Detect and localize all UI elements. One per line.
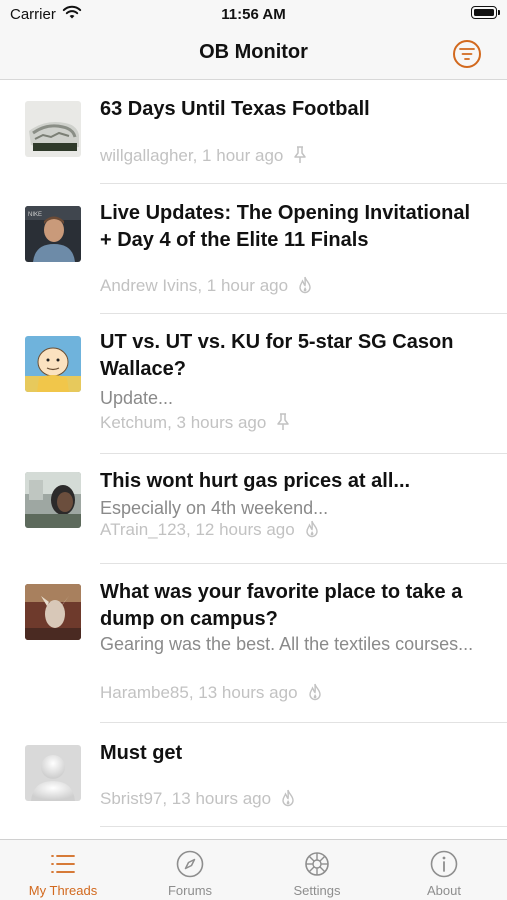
svg-text:NIKE: NIKE [28,212,42,218]
status-bar: Carrier 11:56 AM [0,0,507,30]
tab-settings[interactable]: Settings [254,840,380,900]
thread-author-time: Sbrist97, 13 hours ago [100,789,272,808]
divider [100,826,507,827]
tab-bar: My Threads Forums Settings About [0,839,507,900]
thread-title: Live Updates: The Opening Invitational +… [100,202,471,251]
tab-about[interactable]: About [381,840,507,900]
thread-author-time: Harambe85, 13 hours ago [100,683,298,702]
tab-my-threads[interactable]: My Threads [0,840,126,900]
tab-forums[interactable]: Forums [127,840,253,900]
flame-icon [305,520,318,538]
thread-row[interactable]: 63 Days Until Texas Football willgallagh… [0,81,507,184]
thread-avatar [25,472,81,528]
thread-avatar: NIKE [25,206,81,262]
thread-preview: Update... [100,388,174,408]
thread-meta: Harambe85, 13 hours ago [100,683,322,703]
thread-author-time: willgallagher, 1 hour ago [100,146,284,165]
filter-button[interactable] [453,40,481,68]
page-title: OB Monitor [199,41,308,63]
battery-icon [471,6,500,19]
thread-title: What was your favorite place to take a d… [100,581,463,630]
compass-icon [176,850,204,878]
thread-avatar [25,101,81,157]
clock-label: 11:56 AM [221,6,286,23]
thread-title: UT vs. UT vs. KU for 5-star SG Cason Wal… [100,331,454,380]
thread-title: 63 Days Until Texas Football [100,98,370,120]
thread-preview: Especially on 4th weekend... [100,498,329,518]
thread-avatar [25,584,81,640]
pin-icon [277,413,290,430]
thread-row[interactable]: Must get Sbrist97, 13 hours ago [0,723,507,827]
flame-icon [299,276,311,294]
thread-meta: willgallagher, 1 hour ago [100,146,307,166]
thread-row[interactable]: This wont hurt gas prices at all... Espe… [0,454,507,564]
thread-avatar [25,336,81,392]
filter-list-icon [459,48,475,60]
thread-meta: Ketchum, 3 hours ago [100,413,290,433]
thread-author-time: Andrew Ivins, 1 hour ago [100,276,289,295]
list-icon [51,855,75,873]
navigation-bar: OB Monitor [0,30,507,80]
tab-label: Settings [293,883,341,898]
thread-title: Must get [100,742,183,764]
thread-author-time: ATrain_123, 12 hours ago [100,520,295,539]
thread-row[interactable]: NIKE Live Updates: The Opening Invitatio… [0,184,507,314]
gear-icon [305,852,329,876]
tab-label: My Threads [28,883,98,898]
thread-meta: Sbrist97, 13 hours ago [100,789,295,809]
thread-avatar [25,745,81,801]
thread-meta: Andrew Ivins, 1 hour ago [100,276,312,296]
flame-icon [308,683,321,701]
pin-icon [294,146,307,163]
thread-title: This wont hurt gas prices at all... [100,470,411,492]
tab-label: About [427,883,461,898]
thread-row[interactable]: What was your favorite place to take a d… [0,564,507,723]
flame-icon [282,789,294,807]
thread-list[interactable]: 63 Days Until Texas Football willgallagh… [0,81,507,839]
thread-meta: ATrain_123, 12 hours ago [100,520,319,540]
thread-author-time: Ketchum, 3 hours ago [100,413,267,432]
tab-label: Forums [167,883,213,898]
thread-preview: Gearing was the best. All the textiles c… [100,634,474,654]
thread-row[interactable]: UT vs. UT vs. KU for 5-star SG Cason Wal… [0,314,507,454]
info-icon [430,850,458,878]
